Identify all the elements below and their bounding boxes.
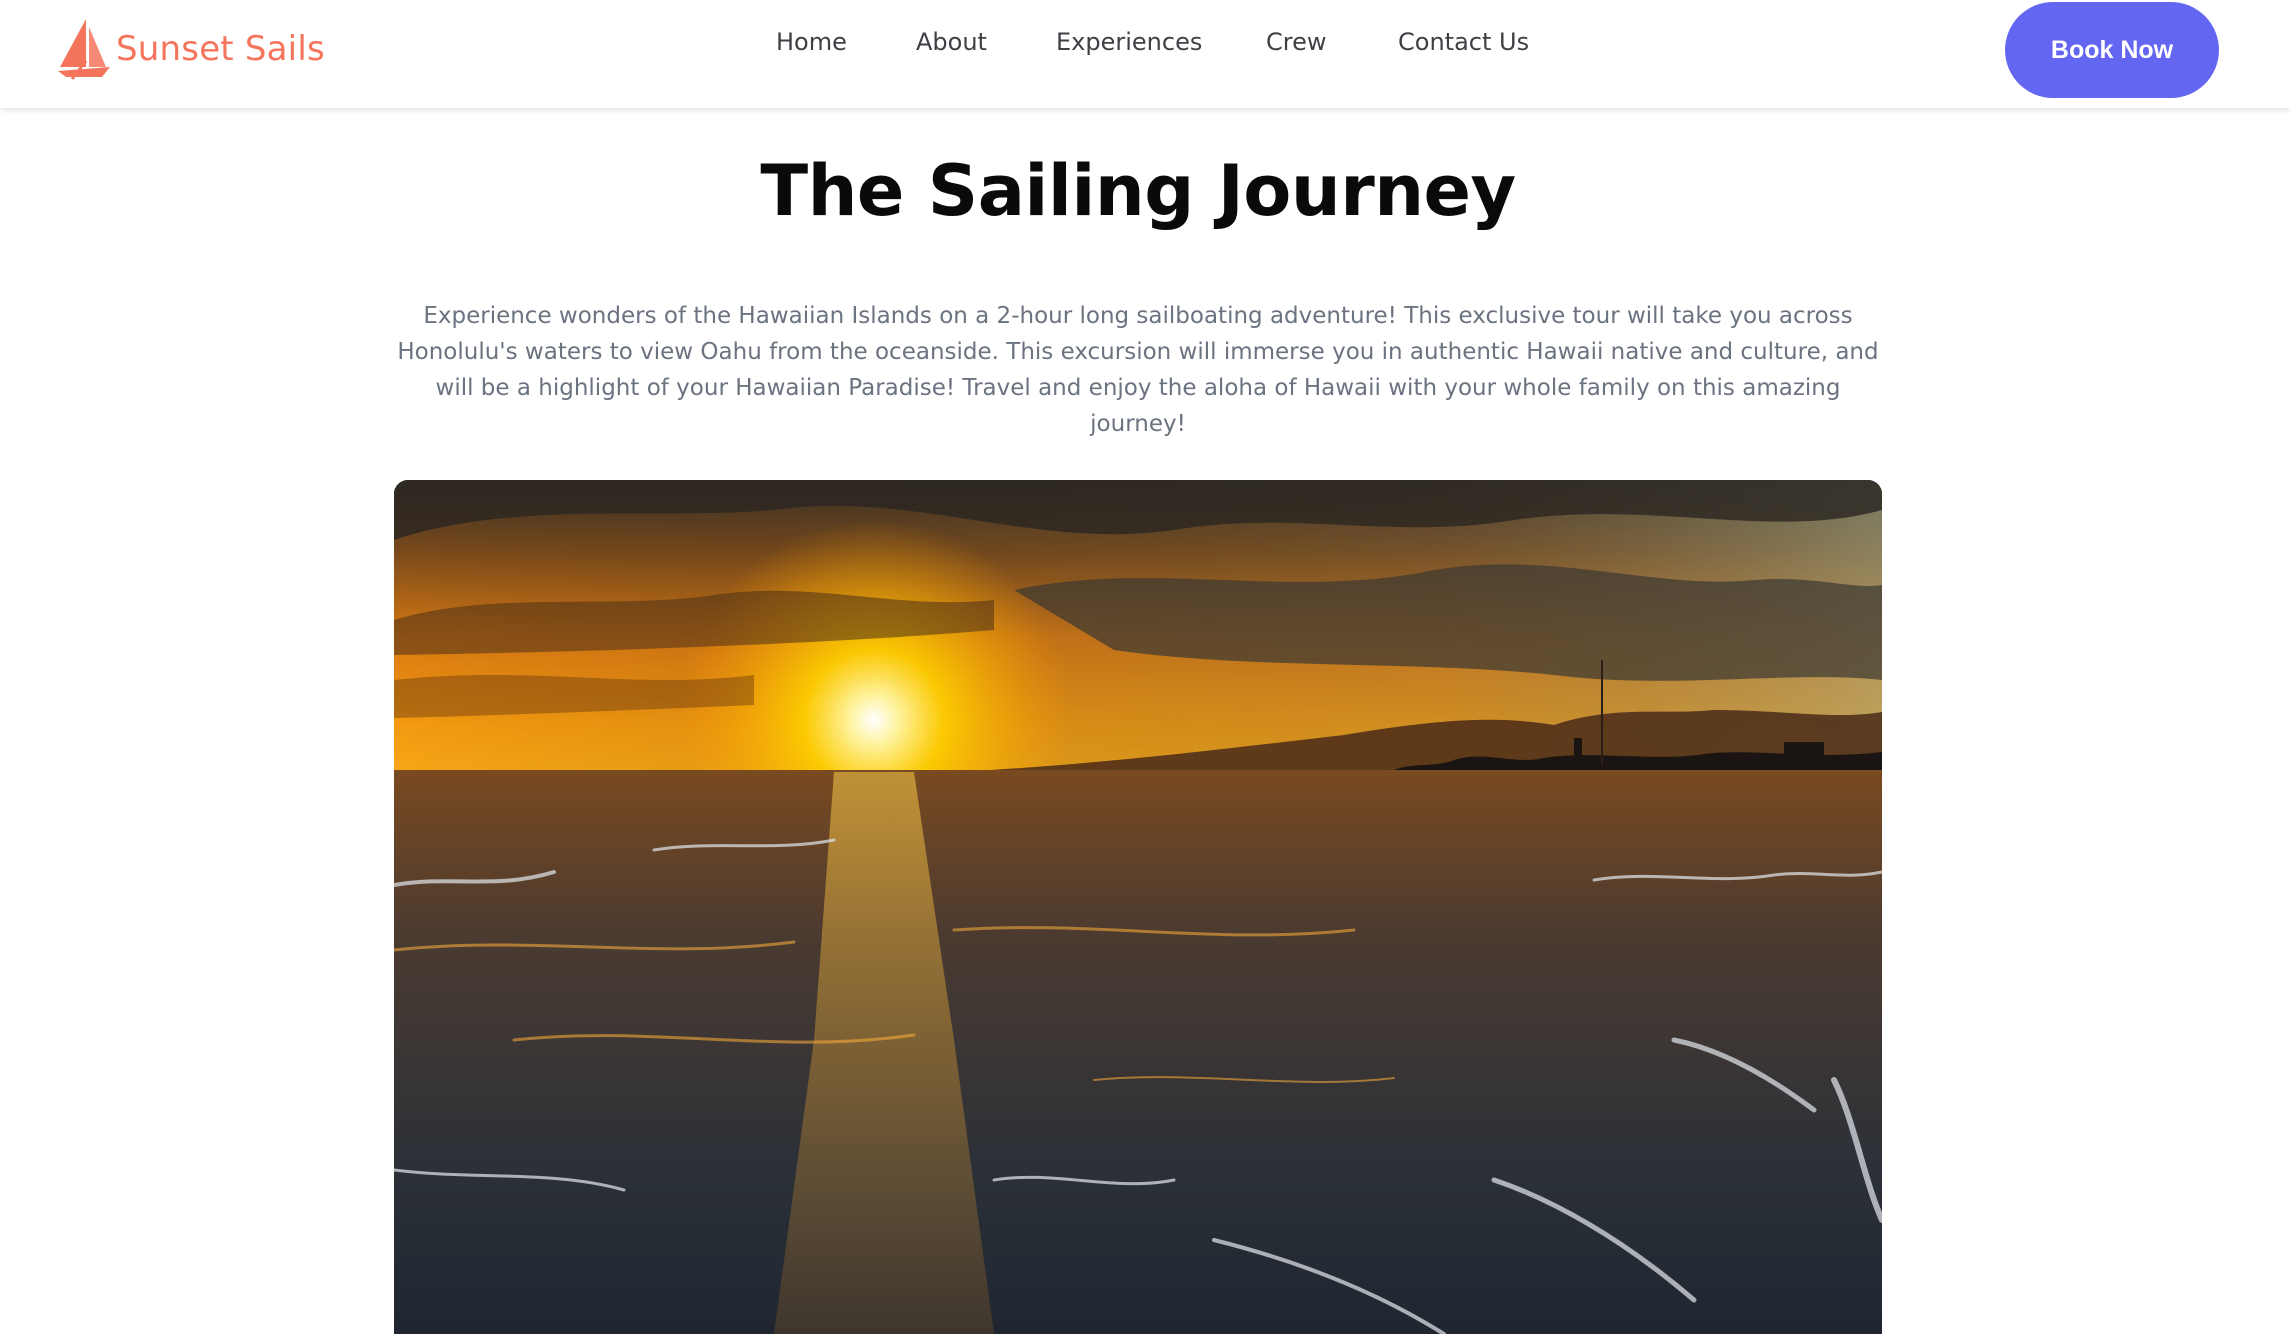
nav-experiences[interactable]: Experiences <box>1056 28 1202 56</box>
navbar: Sunset Sails Home About Experiences Crew… <box>0 0 2290 108</box>
brand-logo[interactable]: Sunset Sails <box>56 16 325 82</box>
hero-image <box>394 480 1882 1334</box>
book-now-button[interactable]: Book Now <box>2005 2 2219 98</box>
sailboat-icon <box>58 19 110 80</box>
main-content: The Sailing Journey Experience wonders o… <box>0 108 2290 1334</box>
sunset-ocean-photo <box>394 480 1882 1334</box>
brand-name: Sunset Sails <box>116 29 325 69</box>
nav-about[interactable]: About <box>916 28 987 56</box>
nav-home[interactable]: Home <box>776 28 847 56</box>
intro-paragraph: Experience wonders of the Hawaiian Islan… <box>397 303 1879 437</box>
page-title: The Sailing Journey <box>760 150 1516 232</box>
nav-contact-us[interactable]: Contact Us <box>1398 28 1529 56</box>
main-nav: Home About Experiences Crew Contact Us <box>0 0 2290 92</box>
nav-crew[interactable]: Crew <box>1266 28 1327 56</box>
